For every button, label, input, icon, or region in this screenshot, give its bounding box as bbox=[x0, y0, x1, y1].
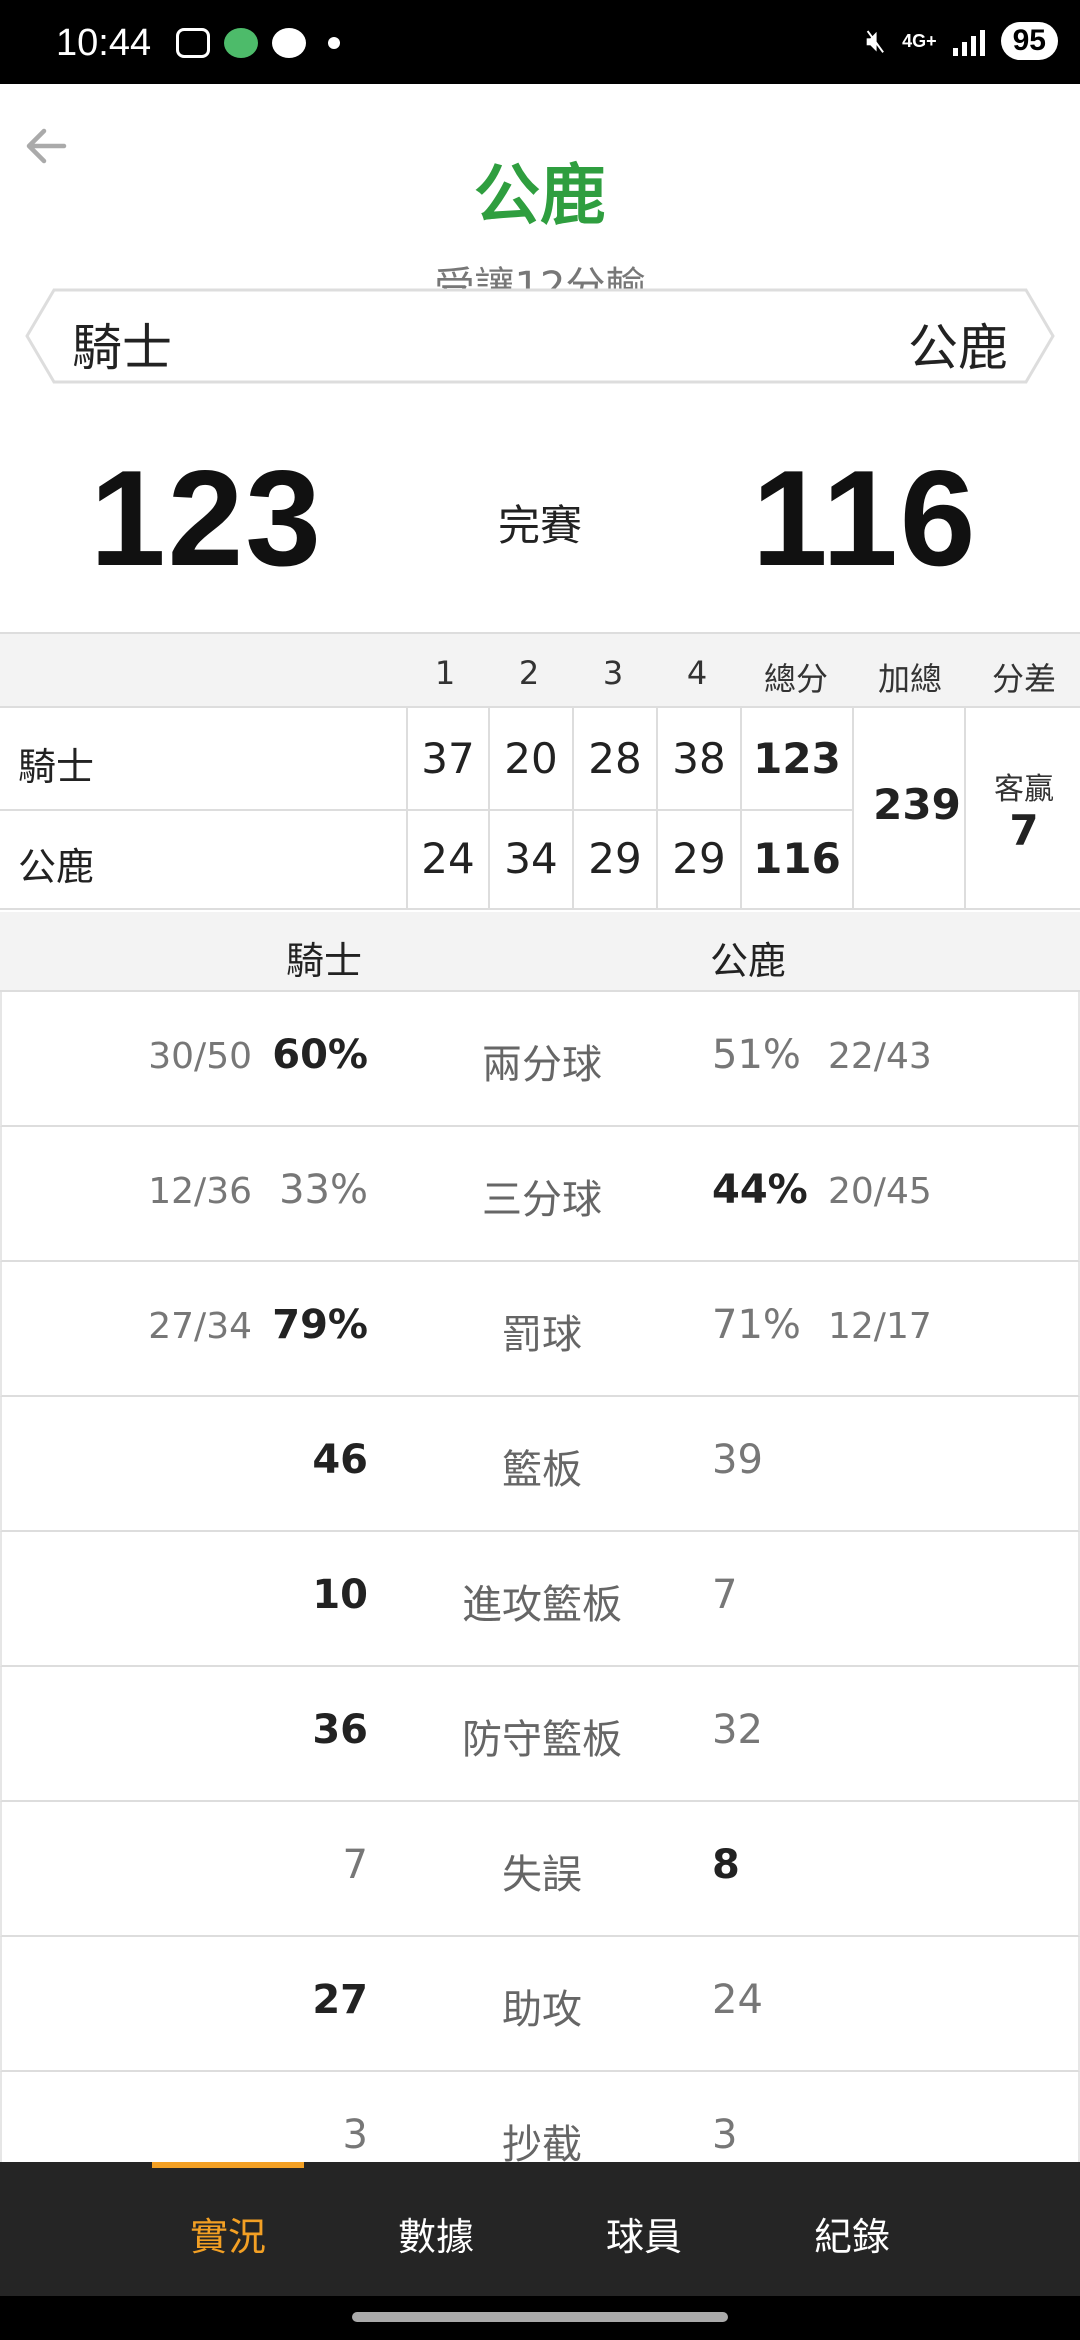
tab-live[interactable]: 實況 bbox=[148, 2162, 308, 2296]
page-title: 公鹿 bbox=[474, 157, 606, 234]
home-stat-value: 60% bbox=[272, 1032, 368, 1078]
combined-score: 239 bbox=[873, 780, 961, 829]
quarter-score: 24 bbox=[421, 834, 475, 883]
away-stat-value: 32 bbox=[712, 1707, 763, 1753]
margin-label: 客贏 bbox=[994, 772, 1054, 807]
home-made-attempted: 30/50 bbox=[148, 1036, 252, 1077]
stat-row: 27/34 79% 罰球 71% 12/17 bbox=[0, 1262, 1080, 1397]
away-score: 116 bbox=[752, 442, 978, 594]
table-row-team: 騎士 bbox=[18, 745, 95, 789]
signal-icon bbox=[952, 26, 985, 56]
header-combined: 加總 bbox=[877, 660, 942, 698]
battery-level: 95 bbox=[1000, 22, 1058, 60]
stat-label: 防守籃板 bbox=[462, 1717, 622, 1763]
away-stat-value: 8 bbox=[712, 1842, 740, 1888]
table-row-team: 公鹿 bbox=[18, 845, 95, 889]
away-made-attempted: 20/45 bbox=[828, 1171, 932, 1212]
stat-row: 27 助攻 24 bbox=[0, 1937, 1080, 2072]
quarter-score: 29 bbox=[588, 834, 642, 883]
more-notifications-dot-icon bbox=[328, 37, 340, 49]
total-score: 116 bbox=[753, 834, 841, 883]
away-stat-value: 51% bbox=[712, 1032, 801, 1078]
stat-label: 兩分球 bbox=[482, 1042, 602, 1088]
divider bbox=[852, 708, 854, 910]
stats-header: 騎士 公鹿 bbox=[0, 912, 1080, 992]
home-stat-value: 3 bbox=[342, 2112, 368, 2158]
stat-label: 籃板 bbox=[502, 1447, 582, 1493]
home-stat-value: 36 bbox=[312, 1707, 368, 1753]
stat-row: 10 進攻籃板 7 bbox=[0, 1532, 1080, 1667]
header-q4: 4 bbox=[686, 654, 708, 692]
away-stat-value: 3 bbox=[712, 2112, 738, 2158]
app-notification-icon bbox=[224, 28, 258, 58]
tab-stats[interactable]: 數據 bbox=[356, 2162, 516, 2296]
tab-records[interactable]: 紀錄 bbox=[772, 2162, 932, 2296]
home-stat-value: 33% bbox=[279, 1167, 368, 1213]
bottom-nav: 實況 數據 球員 紀錄 bbox=[0, 2162, 1080, 2296]
status-bar: 10:44 🔇︎ 4G+ 95 bbox=[0, 0, 1080, 84]
away-stat-value: 7 bbox=[712, 1572, 738, 1618]
stat-row: 30/50 60% 兩分球 51% 22/43 bbox=[0, 992, 1080, 1127]
notification-icons bbox=[176, 28, 340, 58]
header-q2: 2 bbox=[518, 654, 540, 692]
total-score: 123 bbox=[753, 734, 841, 783]
quarter-score: 29 bbox=[672, 834, 726, 883]
quarter-score: 37 bbox=[421, 734, 475, 783]
stat-label: 助攻 bbox=[502, 1987, 582, 2033]
chat-bubble-icon bbox=[272, 28, 306, 58]
stat-label: 進攻籃板 bbox=[462, 1582, 622, 1628]
home-made-attempted: 12/36 bbox=[148, 1171, 252, 1212]
home-stat-value: 79% bbox=[272, 1302, 368, 1348]
margin-value: 7 bbox=[1009, 806, 1039, 855]
mute-icon: 🔇︎ bbox=[865, 22, 887, 58]
away-stat-value: 24 bbox=[712, 1977, 763, 2023]
quarter-score-table: 1 2 3 4 總分 加總 分差 騎士 37 20 28 38 123 公鹿 2… bbox=[0, 632, 1080, 910]
home-stat-value: 10 bbox=[312, 1572, 368, 1618]
stat-row: 12/36 33% 三分球 44% 20/45 bbox=[0, 1127, 1080, 1262]
stat-row: 7 失誤 8 bbox=[0, 1802, 1080, 1937]
header-margin: 分差 bbox=[991, 660, 1056, 698]
home-gesture-handle[interactable] bbox=[352, 2312, 728, 2322]
home-stat-value: 27 bbox=[312, 1977, 368, 2023]
stats-home-team: 騎士 bbox=[286, 939, 363, 983]
home-team-name: 騎士 bbox=[72, 319, 172, 377]
quarter-score: 34 bbox=[504, 834, 558, 883]
header-q1: 1 bbox=[434, 654, 456, 692]
stat-row: 36 防守籃板 32 bbox=[0, 1667, 1080, 1802]
home-stat-value: 46 bbox=[312, 1437, 368, 1483]
network-type: 4G+ bbox=[902, 31, 937, 51]
stat-label: 罰球 bbox=[502, 1312, 582, 1358]
quarter-score: 20 bbox=[504, 734, 558, 783]
home-made-attempted: 27/34 bbox=[148, 1306, 252, 1347]
status-time: 10:44 bbox=[56, 22, 152, 64]
stats-away-team: 公鹿 bbox=[710, 939, 787, 983]
divider bbox=[0, 809, 852, 811]
away-stat-value: 44% bbox=[712, 1167, 808, 1213]
header-q3: 3 bbox=[602, 654, 624, 692]
team-banner: 騎士 公鹿 bbox=[24, 286, 1056, 386]
header-total: 總分 bbox=[763, 660, 828, 698]
away-made-attempted: 12/17 bbox=[828, 1306, 932, 1347]
quarter-table-header: 1 2 3 4 總分 加總 分差 bbox=[0, 634, 1080, 708]
screenshot-icon bbox=[176, 28, 210, 58]
stat-label: 失誤 bbox=[502, 1852, 582, 1898]
away-stat-value: 71% bbox=[712, 1302, 801, 1348]
quarter-score: 28 bbox=[588, 734, 642, 783]
quarter-score: 38 bbox=[672, 734, 726, 783]
stat-label: 三分球 bbox=[482, 1177, 602, 1223]
gesture-bar bbox=[0, 2296, 1080, 2340]
tab-players[interactable]: 球員 bbox=[564, 2162, 724, 2296]
stat-row: 46 籃板 39 bbox=[0, 1397, 1080, 1532]
away-stat-value: 39 bbox=[712, 1437, 763, 1483]
home-stat-value: 7 bbox=[342, 1842, 368, 1888]
away-team-name: 公鹿 bbox=[908, 319, 1008, 377]
system-icons: 🔇︎ 4G+ 95 bbox=[866, 22, 1058, 60]
away-made-attempted: 22/43 bbox=[828, 1036, 932, 1077]
